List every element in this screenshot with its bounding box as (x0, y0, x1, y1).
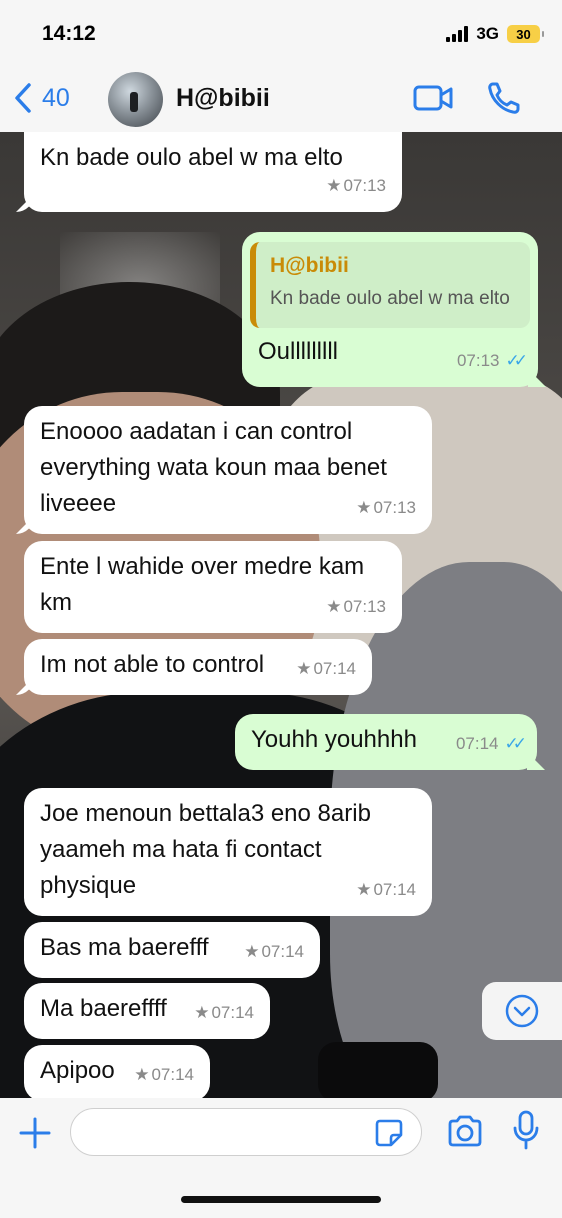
status-time: 14:12 (42, 22, 96, 45)
message-bubble-outgoing[interactable]: Youhh youhhhh 07:14 ✓✓ (235, 714, 537, 770)
microphone-icon (513, 1110, 539, 1150)
message-meta: ★ 07:13 (326, 168, 386, 204)
star-icon: ★ (134, 1065, 150, 1084)
message-meta: ★ 07:14 (134, 1057, 194, 1093)
star-icon: ★ (356, 880, 372, 899)
home-indicator (181, 1196, 381, 1203)
message-meta: 07:14 ✓✓ (455, 726, 527, 762)
message-bubble-incoming[interactable]: Joe menoun bettala3 eno 8arib yaameh ma … (24, 788, 432, 916)
sticker-button[interactable] (374, 1118, 404, 1153)
sticker-icon (375, 1119, 403, 1147)
message-meta: ★ 07:13 (356, 490, 416, 526)
message-time: 07:14 (313, 659, 356, 678)
plus-icon (19, 1117, 51, 1149)
chevron-left-icon (15, 83, 31, 113)
message-time: 07:14 (211, 1003, 254, 1022)
message-meta: 07:13 ✓✓ (456, 343, 528, 379)
camera-button[interactable] (446, 1114, 484, 1153)
phone-icon (488, 82, 520, 114)
message-input[interactable] (70, 1108, 422, 1156)
message-time: 07:14 (373, 880, 416, 899)
read-receipt-icon: ✓✓ (504, 734, 527, 753)
top-bar: 14:12 3G 30 40 H@bibii (0, 0, 562, 132)
message-meta: ★ 07:13 (326, 589, 386, 625)
network-type: 3G (476, 24, 499, 43)
contact-name[interactable]: H@bibii (176, 84, 270, 113)
video-call-button[interactable] (412, 80, 454, 121)
voice-message-button[interactable] (512, 1110, 540, 1155)
message-time: 07:14 (261, 942, 304, 961)
status-icons: 3G 30 (446, 24, 544, 44)
attach-button[interactable] (18, 1116, 52, 1155)
star-icon: ★ (326, 597, 342, 616)
star-icon: ★ (194, 1003, 210, 1022)
message-time: 07:13 (343, 597, 386, 616)
message-time: 07:13 (343, 176, 386, 195)
video-camera-icon (413, 85, 453, 111)
battery-icon: 30 (507, 25, 544, 43)
star-icon: ★ (244, 942, 260, 961)
battery-level: 30 (516, 26, 531, 42)
message-meta: ★ 07:14 (194, 995, 254, 1031)
star-icon: ★ (296, 659, 312, 678)
scroll-to-bottom-button[interactable] (482, 982, 562, 1040)
message-bubble-outgoing[interactable]: H@bibii Kn bade oulo abel w ma elto Oull… (242, 232, 538, 387)
reply-author: H@bibii (270, 254, 349, 277)
message-bubble-incoming[interactable]: Apipoo ★ 07:14 (24, 1045, 210, 1101)
reply-quote[interactable]: H@bibii Kn bade oulo abel w ma elto (250, 242, 530, 328)
message-meta: ★ 07:14 (296, 651, 356, 687)
back-button[interactable]: 40 (12, 82, 70, 114)
message-meta: ★ 07:14 (244, 934, 304, 970)
unread-count: 40 (42, 83, 70, 112)
message-bubble-incoming[interactable]: Kn bade oulo abel w ma elto ★ 07:13 (24, 118, 402, 212)
chevron-down-circle-icon (505, 994, 539, 1028)
camera-icon (448, 1115, 482, 1147)
message-time: 07:14 (455, 734, 499, 753)
message-bubble-incoming[interactable]: Enoooo aadatan i can control everything … (24, 406, 432, 534)
message-meta: ★ 07:14 (356, 872, 416, 908)
star-icon: ★ (356, 498, 372, 517)
reply-text: Kn bade oulo abel w ma elto (270, 288, 510, 309)
message-input-bar (0, 1098, 562, 1218)
read-receipt-icon: ✓✓ (505, 351, 528, 370)
star-icon: ★ (326, 176, 342, 195)
message-bubble-incoming[interactable]: Ente l wahide over medre kam km ★ 07:13 (24, 541, 402, 633)
avatar[interactable] (108, 72, 163, 127)
message-time: 07:13 (373, 498, 416, 517)
voice-call-button[interactable] (486, 80, 522, 121)
message-time: 07:13 (456, 351, 500, 370)
signal-icon (446, 26, 469, 42)
message-bubble-incoming[interactable]: Ma baereffff ★ 07:14 (24, 983, 270, 1039)
message-bubble-incoming[interactable]: Im not able to control ★ 07:14 (24, 639, 372, 695)
message-bubble-incoming[interactable]: Bas ma baerefff ★ 07:14 (24, 922, 320, 978)
message-time: 07:14 (151, 1065, 194, 1084)
